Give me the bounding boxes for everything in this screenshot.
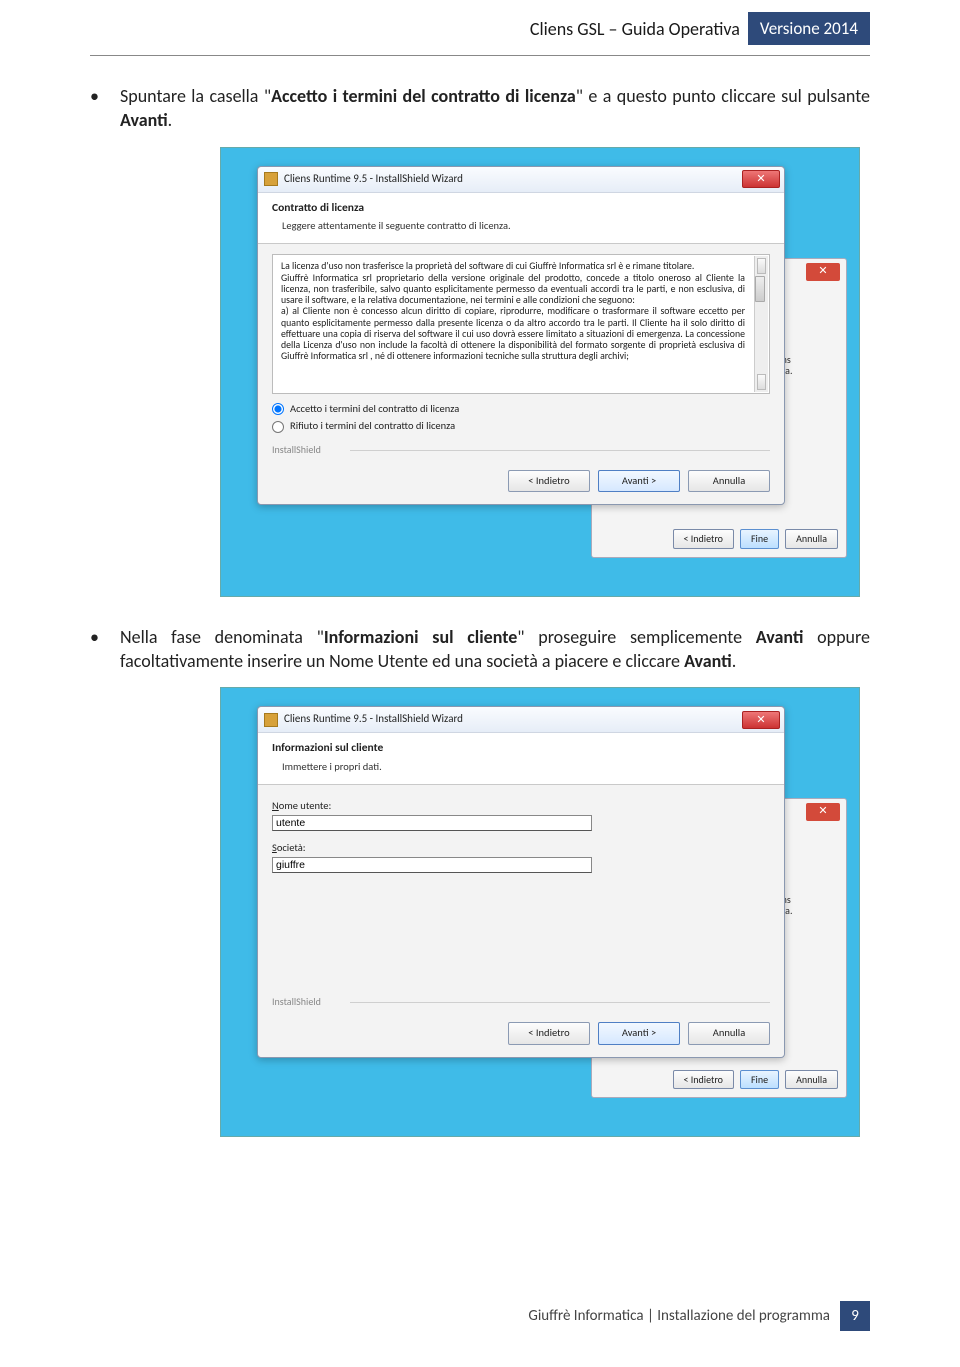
radio-accept[interactable]: Accetto i termini del contratto di licen… [272, 402, 770, 416]
wizard-heading: Contratto di licenza [272, 201, 770, 217]
back-button[interactable]: < Indietro [673, 529, 734, 549]
page-number: 9 [840, 1301, 870, 1331]
input-company[interactable] [272, 857, 592, 873]
back-button[interactable]: < Indietro [508, 1022, 590, 1044]
txt: " proseguire semplicemente [517, 626, 755, 648]
txt-bold: Avanti [756, 626, 804, 648]
bullet-1: • Spuntare la casella "Accetto i termini… [90, 84, 870, 133]
txt: . [168, 109, 173, 131]
eula-text: La licenza d'uso non trasferisce la prop… [281, 261, 761, 362]
bullet-dot: • [90, 84, 120, 133]
radio-group: Accetto i termini del contratto di licen… [272, 402, 770, 433]
txt: Nella fase denominata " [120, 626, 324, 648]
cancel-button[interactable]: Annulla [688, 1022, 770, 1044]
bullet-1-text: Spuntare la casella "Accetto i termini d… [120, 84, 870, 133]
wizard-license: Cliens Runtime 9.5 - InstallShield Wizar… [257, 166, 785, 506]
back-button[interactable]: < Indietro [673, 1070, 734, 1090]
radio-label: Rifiuto i termini del contratto di licen… [290, 419, 455, 433]
bullet-dot: • [90, 625, 120, 674]
cancel-button[interactable]: Annulla [785, 1070, 838, 1090]
eula-textbox[interactable]: La licenza d'uso non trasferisce la prop… [272, 254, 770, 394]
txt: " e a questo punto cliccare sul pulsante [576, 85, 870, 107]
content: • Spuntare la casella "Accetto i termini… [0, 56, 960, 1137]
fine-button[interactable]: Fine [740, 1070, 779, 1090]
doc-title: Cliens GSL – Guida Operativa [530, 18, 740, 40]
wizard-header: Informazioni sul cliente Immettere i pro… [258, 733, 784, 785]
txt: . [732, 650, 737, 672]
page-header: Cliens GSL – Guida Operativa Versione 20… [0, 0, 960, 51]
app-icon [264, 172, 278, 186]
radio-accept-input[interactable] [272, 403, 284, 415]
installshield-label: InstallShield [258, 443, 784, 461]
back-button[interactable]: < Indietro [508, 470, 590, 492]
version-badge: Versione 2014 [748, 12, 870, 45]
label-username: NNome utente:ome utente: [272, 799, 770, 813]
screenshot-license: ✕ liens data. < Indietro Fine Annulla Cl… [220, 147, 860, 597]
radio-label: Accetto i termini del contratto di licen… [290, 402, 459, 416]
wizard-subheading: Immettere i propri dati. [272, 760, 770, 774]
bg-buttons: < Indietro Fine Annulla [673, 1070, 839, 1090]
wizard-footer: < Indietro Avanti > Annulla [258, 460, 784, 504]
scrollbar[interactable] [754, 256, 768, 392]
cancel-button[interactable]: Annulla [785, 529, 838, 549]
wizard-footer: < Indietro Avanti > Annulla [258, 1012, 784, 1056]
txt-bold: Avanti [120, 109, 168, 131]
close-icon[interactable]: ✕ [742, 711, 780, 729]
field-company: Società:Società: [272, 841, 770, 873]
wizard-body: La licenza d'uso non trasferisce la prop… [258, 244, 784, 442]
close-icon[interactable]: ✕ [742, 170, 780, 188]
bullet-2-text: Nella fase denominata "Informazioni sul … [120, 625, 870, 674]
app-icon [264, 713, 278, 727]
txt: Spuntare la casella " [120, 85, 271, 107]
wizard-subheading: Leggere attentamente il seguente contrat… [272, 219, 770, 233]
wizard-header: Contratto di licenza Leggere attentament… [258, 193, 784, 245]
label-company: Società:Società: [272, 841, 770, 855]
close-icon[interactable]: ✕ [806, 803, 840, 821]
fine-button[interactable]: Fine [740, 529, 779, 549]
wizard-body: NNome utente:ome utente: Società:Società… [258, 785, 784, 995]
titlebar: Cliens Runtime 9.5 - InstallShield Wizar… [258, 707, 784, 733]
wizard-customer: Cliens Runtime 9.5 - InstallShield Wizar… [257, 706, 785, 1057]
close-icon[interactable]: ✕ [806, 263, 840, 281]
radio-reject-input[interactable] [272, 421, 284, 433]
txt-bold: Avanti [684, 650, 732, 672]
screenshot-customer: ✕ liens data. < Indietro Fine Annulla Cl… [220, 687, 860, 1137]
txt-bold: Accetto i termini del contratto di licen… [271, 85, 576, 107]
scrollbar-thumb[interactable] [755, 276, 765, 302]
radio-reject[interactable]: Rifiuto i termini del contratto di licen… [272, 419, 770, 433]
footer-text: Giuffrè Informatica | Installazione del … [528, 1307, 830, 1325]
window-title: Cliens Runtime 9.5 - InstallShield Wizar… [284, 712, 463, 727]
bg-buttons: < Indietro Fine Annulla [673, 529, 839, 549]
cancel-button[interactable]: Annulla [688, 470, 770, 492]
wizard-heading: Informazioni sul cliente [272, 741, 770, 757]
next-button[interactable]: Avanti > [598, 1022, 680, 1044]
txt-bold: Informazioni sul cliente [324, 626, 517, 648]
field-username: NNome utente:ome utente: [272, 799, 770, 831]
window-title: Cliens Runtime 9.5 - InstallShield Wizar… [284, 172, 463, 187]
installshield-label: InstallShield [258, 995, 784, 1013]
next-button[interactable]: Avanti > [598, 470, 680, 492]
input-username[interactable] [272, 815, 592, 831]
bullet-2: • Nella fase denominata "Informazioni su… [90, 625, 870, 674]
page-footer: Giuffrè Informatica | Installazione del … [528, 1301, 870, 1331]
titlebar: Cliens Runtime 9.5 - InstallShield Wizar… [258, 167, 784, 193]
